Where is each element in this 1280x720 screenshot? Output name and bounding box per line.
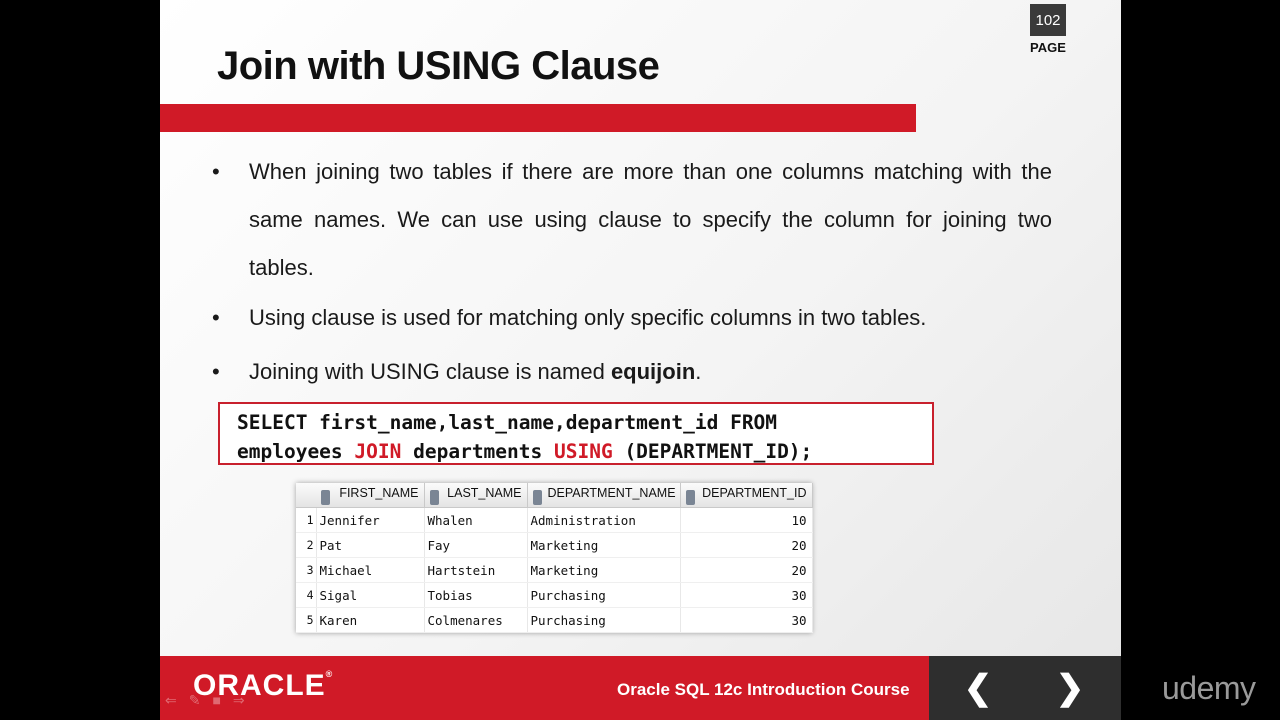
cell-first-name[interactable]: Karen xyxy=(316,607,425,633)
row-number: 3 xyxy=(296,557,317,583)
sql-token: departments xyxy=(401,440,554,463)
cell-department-id[interactable]: 30 xyxy=(680,607,813,633)
sql-line-2: employees JOIN departments USING (DEPART… xyxy=(237,440,812,463)
cell-first-name[interactable]: Jennifer xyxy=(316,507,425,533)
cell-last-name[interactable]: Tobias xyxy=(424,582,528,608)
cell-first-name[interactable]: Michael xyxy=(316,557,425,583)
cell-last-name[interactable]: Colmenares xyxy=(424,607,528,633)
table-row[interactable]: 1 Jennifer Whalen Administration 10 xyxy=(296,507,813,533)
slide: 102 PAGE Join with USING Clause • When j… xyxy=(160,0,1121,720)
bullet-icon: • xyxy=(212,159,220,184)
sql-token: (DEPARTMENT_ID); xyxy=(612,440,813,463)
cell-last-name[interactable]: Fay xyxy=(424,532,528,558)
cell-first-name[interactable]: Sigal xyxy=(316,582,425,608)
column-header-label: DEPARTMENT_NAME xyxy=(547,485,676,500)
query-result-grid: FIRST_NAME LAST_NAME DEPARTMENT_NAME DEP… xyxy=(296,483,813,633)
registered-mark: ® xyxy=(325,669,334,679)
cell-department-id[interactable]: 20 xyxy=(680,557,813,583)
bullet-item: • Using clause is used for matching only… xyxy=(212,302,1052,334)
player-controls[interactable]: ⇐✎■⇒ xyxy=(165,692,257,709)
row-number: 5 xyxy=(296,607,317,633)
sql-token: employees xyxy=(237,440,355,463)
column-header-label: LAST_NAME xyxy=(447,485,522,500)
bullet-item: • When joining two tables if there are m… xyxy=(212,148,1052,292)
column-header[interactable]: DEPARTMENT_ID xyxy=(680,483,813,508)
bullet-text-bold: equijoin xyxy=(610,359,696,384)
cell-department-name[interactable]: Marketing xyxy=(527,557,681,583)
slide-title: Join with USING Clause xyxy=(217,44,660,88)
cell-last-name[interactable]: Whalen xyxy=(424,507,528,533)
course-title: Oracle SQL 12c Introduction Course xyxy=(617,680,910,699)
sort-icon[interactable] xyxy=(685,489,695,505)
column-header[interactable]: LAST_NAME xyxy=(424,483,528,508)
result-table: FIRST_NAME LAST_NAME DEPARTMENT_NAME DEP… xyxy=(296,483,813,633)
row-number: 2 xyxy=(296,532,317,558)
table-row[interactable]: 5 Karen Colmenares Purchasing 30 xyxy=(296,607,813,633)
chevron-left-icon[interactable]: ❮ xyxy=(958,668,998,708)
cell-department-name[interactable]: Marketing xyxy=(527,532,681,558)
column-header[interactable]: DEPARTMENT_NAME xyxy=(527,483,681,508)
udemy-watermark: udemy xyxy=(1162,670,1256,706)
cell-department-id[interactable]: 20 xyxy=(680,532,813,558)
bullet-text-pre: Joining with USING clause is named xyxy=(249,359,611,384)
table-row[interactable]: 2 Pat Fay Marketing 20 xyxy=(296,532,813,558)
cell-department-name[interactable]: Administration xyxy=(527,507,681,533)
sort-icon[interactable] xyxy=(532,489,542,505)
chevron-right-icon[interactable]: ❯ xyxy=(1050,668,1090,708)
cell-last-name[interactable]: Hartstein xyxy=(424,557,528,583)
bullet-icon: • xyxy=(212,305,220,330)
result-header-row: FIRST_NAME LAST_NAME DEPARTMENT_NAME DEP… xyxy=(296,483,813,508)
bullet-item: • Joining with USING clause is named equ… xyxy=(212,356,1052,388)
column-header[interactable]: FIRST_NAME xyxy=(316,483,425,508)
cell-first-name[interactable]: Pat xyxy=(316,532,425,558)
cell-department-name[interactable]: Purchasing xyxy=(527,607,681,633)
table-row[interactable]: 3 Michael Hartstein Marketing 20 xyxy=(296,557,813,583)
cell-department-id[interactable]: 10 xyxy=(680,507,813,533)
bullet-icon: • xyxy=(212,359,220,384)
bullet-text: Using clause is used for matching only s… xyxy=(249,305,927,330)
page-number-badge: 102 xyxy=(1030,4,1066,36)
bullet-text-post: . xyxy=(695,359,702,384)
row-number-header xyxy=(296,483,316,508)
row-number: 1 xyxy=(296,507,317,533)
bullet-text: Joining with USING clause is named equij… xyxy=(249,356,1052,388)
row-number: 4 xyxy=(296,582,317,608)
column-header-label: FIRST_NAME xyxy=(339,485,419,500)
bullet-text: When joining two tables if there are mor… xyxy=(249,159,1052,280)
page-number: 102 xyxy=(1035,11,1061,29)
sort-icon[interactable] xyxy=(321,489,330,505)
cell-department-name[interactable]: Purchasing xyxy=(527,582,681,608)
cell-department-id[interactable]: 30 xyxy=(680,582,813,608)
sql-line-1: SELECT first_name,last_name,department_i… xyxy=(237,411,778,434)
title-accent-bar xyxy=(160,104,916,132)
column-header-label: DEPARTMENT_ID xyxy=(702,485,807,500)
table-row[interactable]: 4 Sigal Tobias Purchasing 30 xyxy=(296,582,813,608)
sql-keyword: JOIN xyxy=(354,440,402,463)
page-label: PAGE xyxy=(1030,40,1066,55)
sql-keyword: USING xyxy=(554,440,613,463)
sort-icon[interactable] xyxy=(429,489,439,505)
sql-code-box: SELECT first_name,last_name,department_i… xyxy=(218,402,934,465)
